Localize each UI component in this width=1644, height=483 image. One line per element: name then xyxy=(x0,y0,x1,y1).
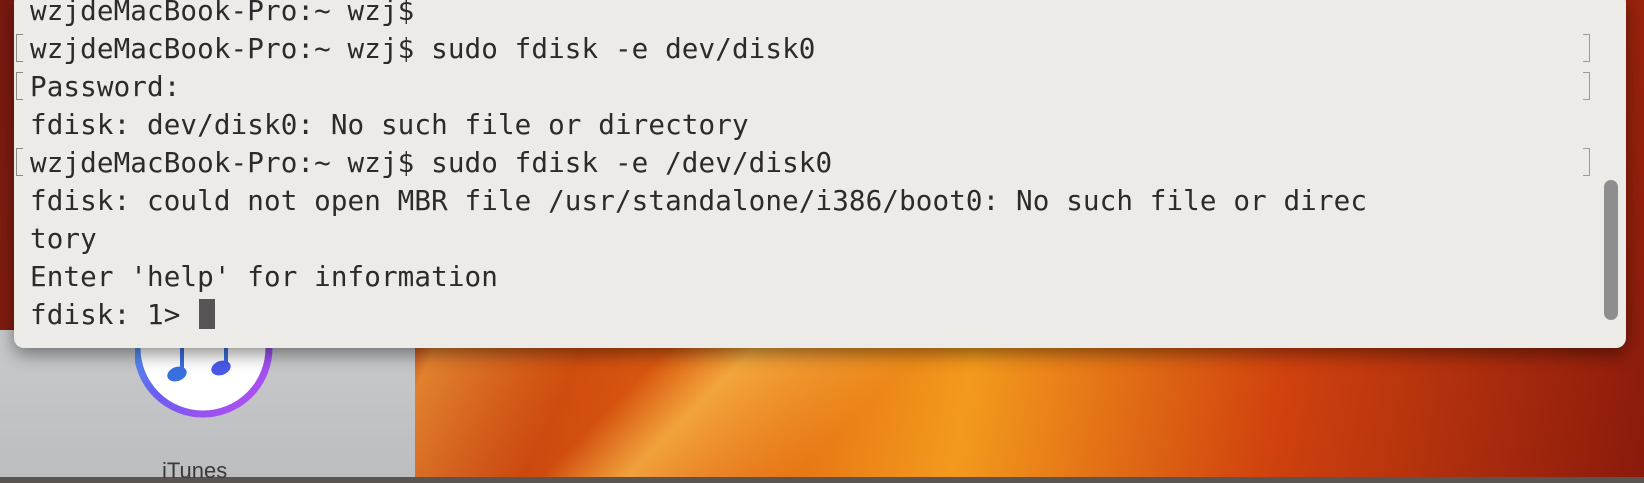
terminal-prompt-line[interactable]: fdisk: 1> xyxy=(30,296,1610,334)
mark-icon xyxy=(1583,72,1590,100)
terminal-line: fdisk: dev/disk0: No such file or direct… xyxy=(30,108,749,141)
itunes-label: iTunes xyxy=(162,458,228,483)
terminal-line: tory xyxy=(30,222,97,255)
mark-icon xyxy=(16,72,23,100)
text-cursor xyxy=(199,299,216,329)
terminal-line: wzjdeMacBook-Pro:~ wzj$ sudo fdisk -e /d… xyxy=(30,146,833,179)
terminal-output: wzjdeMacBook-Pro:~ wzj$ wzjdeMacBook-Pro… xyxy=(30,0,1610,334)
mark-icon xyxy=(16,148,23,176)
terminal-line: Password: xyxy=(30,70,181,103)
terminal-line: Enter 'help' for information xyxy=(30,260,498,293)
terminal-line: wzjdeMacBook-Pro:~ wzj$ sudo fdisk -e de… xyxy=(30,32,816,65)
terminal-window[interactable]: wzjdeMacBook-Pro:~ wzj$ wzjdeMacBook-Pro… xyxy=(14,0,1626,348)
mark-icon xyxy=(16,34,23,62)
terminal-prompt: fdisk: 1> xyxy=(30,298,198,331)
terminal-line: wzjdeMacBook-Pro:~ wzj$ xyxy=(30,0,415,27)
mark-icon xyxy=(1583,148,1590,176)
mark-icon xyxy=(1583,34,1590,62)
terminal-line: fdisk: could not open MBR file /usr/stan… xyxy=(30,184,1368,217)
scrollbar-thumb[interactable] xyxy=(1604,180,1618,320)
